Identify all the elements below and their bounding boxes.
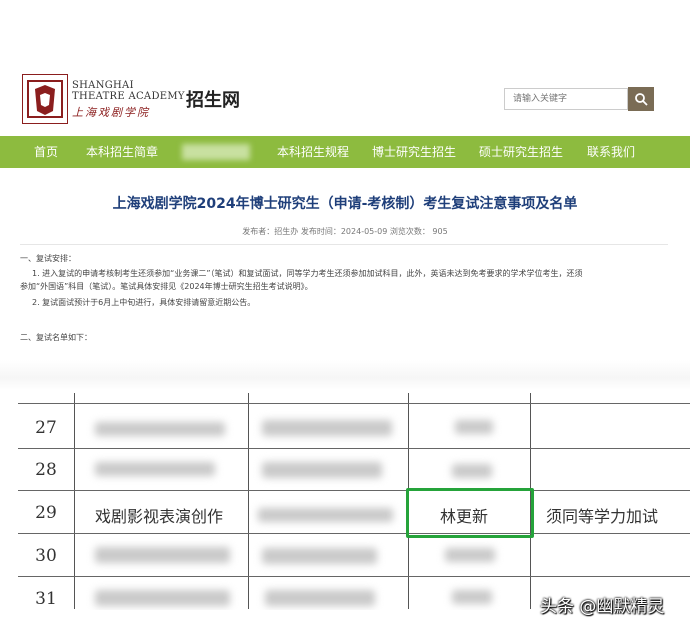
academy-logo-icon[interactable] bbox=[22, 74, 68, 124]
article-meta: 发布者：招生办 发布时间：2024-05-09 浏览次数： 905 bbox=[242, 227, 448, 236]
nav-item-undergrad-guide[interactable]: 本科招生简章 bbox=[86, 136, 158, 168]
redacted-cell bbox=[452, 590, 492, 604]
search-input[interactable] bbox=[504, 88, 628, 110]
section-heading-arrangement: 一、复试安排： bbox=[20, 254, 76, 263]
logo-chinese-name: 上海戏剧学院 bbox=[72, 106, 150, 119]
redacted-cell bbox=[262, 420, 392, 436]
major-cell: 戏剧影视表演创作 bbox=[95, 507, 224, 526]
main-nav: 首页 本科招生简章 本科招生规程 博士研究生招生 硕士研究生招生 联系我们 bbox=[0, 136, 690, 168]
search-button[interactable] bbox=[628, 87, 654, 111]
redacted-cell bbox=[452, 464, 492, 478]
magnifier-icon bbox=[635, 93, 648, 106]
nav-item-contact[interactable]: 联系我们 bbox=[587, 136, 635, 168]
row-number: 28 bbox=[35, 460, 57, 480]
image-seam bbox=[0, 360, 690, 390]
paragraph-arrangement-1b: 参加“外国语”科目（笔试）。笔试具体安排见《2024年博士研究生招生考试说明》。 bbox=[20, 282, 313, 291]
nav-item-undergrad-rules[interactable]: 本科招生规程 bbox=[277, 136, 349, 168]
highlight-box bbox=[406, 488, 534, 538]
redacted-cell bbox=[445, 548, 495, 562]
paragraph-arrangement-2: 2. 复试面试预计于6月上中旬进行，具体安排请留意近期公告。 bbox=[32, 298, 256, 307]
row-number: 27 bbox=[35, 418, 57, 438]
row-number: 31 bbox=[35, 589, 57, 609]
site-name: 招生网 bbox=[186, 90, 240, 111]
page-title: 上海戏剧学院2024年博士研究生（申请-考核制）考生复试注意事项及名单 bbox=[112, 196, 578, 212]
redacted-cell bbox=[262, 462, 382, 478]
redacted-cell bbox=[95, 547, 230, 563]
redacted-cell bbox=[95, 422, 225, 436]
paragraph-arrangement-1a: 1. 进入复试的申请考核制考生还须参加“业务课二”（笔试）和复试面试，同等学力考… bbox=[32, 269, 583, 278]
redacted-cell bbox=[95, 462, 215, 476]
nav-item-blurred[interactable] bbox=[182, 144, 250, 160]
divider bbox=[20, 244, 668, 245]
row-number: 29 bbox=[35, 503, 57, 523]
logo-english-name: SHANGHAI THEATRE ACADEMY bbox=[72, 80, 185, 102]
redacted-cell bbox=[262, 548, 377, 564]
table-row-divider bbox=[18, 403, 690, 404]
logo-english-line-2: THEATRE ACADEMY bbox=[72, 91, 185, 102]
row-number: 30 bbox=[35, 546, 57, 566]
section-heading-list: 二、复试名单如下： bbox=[20, 333, 92, 342]
redacted-cell bbox=[95, 590, 230, 606]
watermark: 头条 @幽默精灵 bbox=[540, 597, 665, 617]
note-cell: 须同等学力加试 bbox=[546, 507, 659, 526]
redacted-cell bbox=[258, 508, 393, 522]
table-row-divider bbox=[18, 576, 690, 577]
redacted-cell bbox=[265, 590, 375, 606]
nav-item-home[interactable]: 首页 bbox=[34, 136, 58, 168]
table-row-divider bbox=[18, 448, 690, 449]
logo-english-line-1: SHANGHAI bbox=[72, 80, 134, 91]
table-row-divider bbox=[18, 533, 690, 534]
nav-item-phd-admission[interactable]: 博士研究生招生 bbox=[372, 136, 456, 168]
table-row-divider bbox=[18, 490, 690, 491]
redacted-cell bbox=[455, 420, 493, 434]
nav-item-master-admission[interactable]: 硕士研究生招生 bbox=[479, 136, 563, 168]
